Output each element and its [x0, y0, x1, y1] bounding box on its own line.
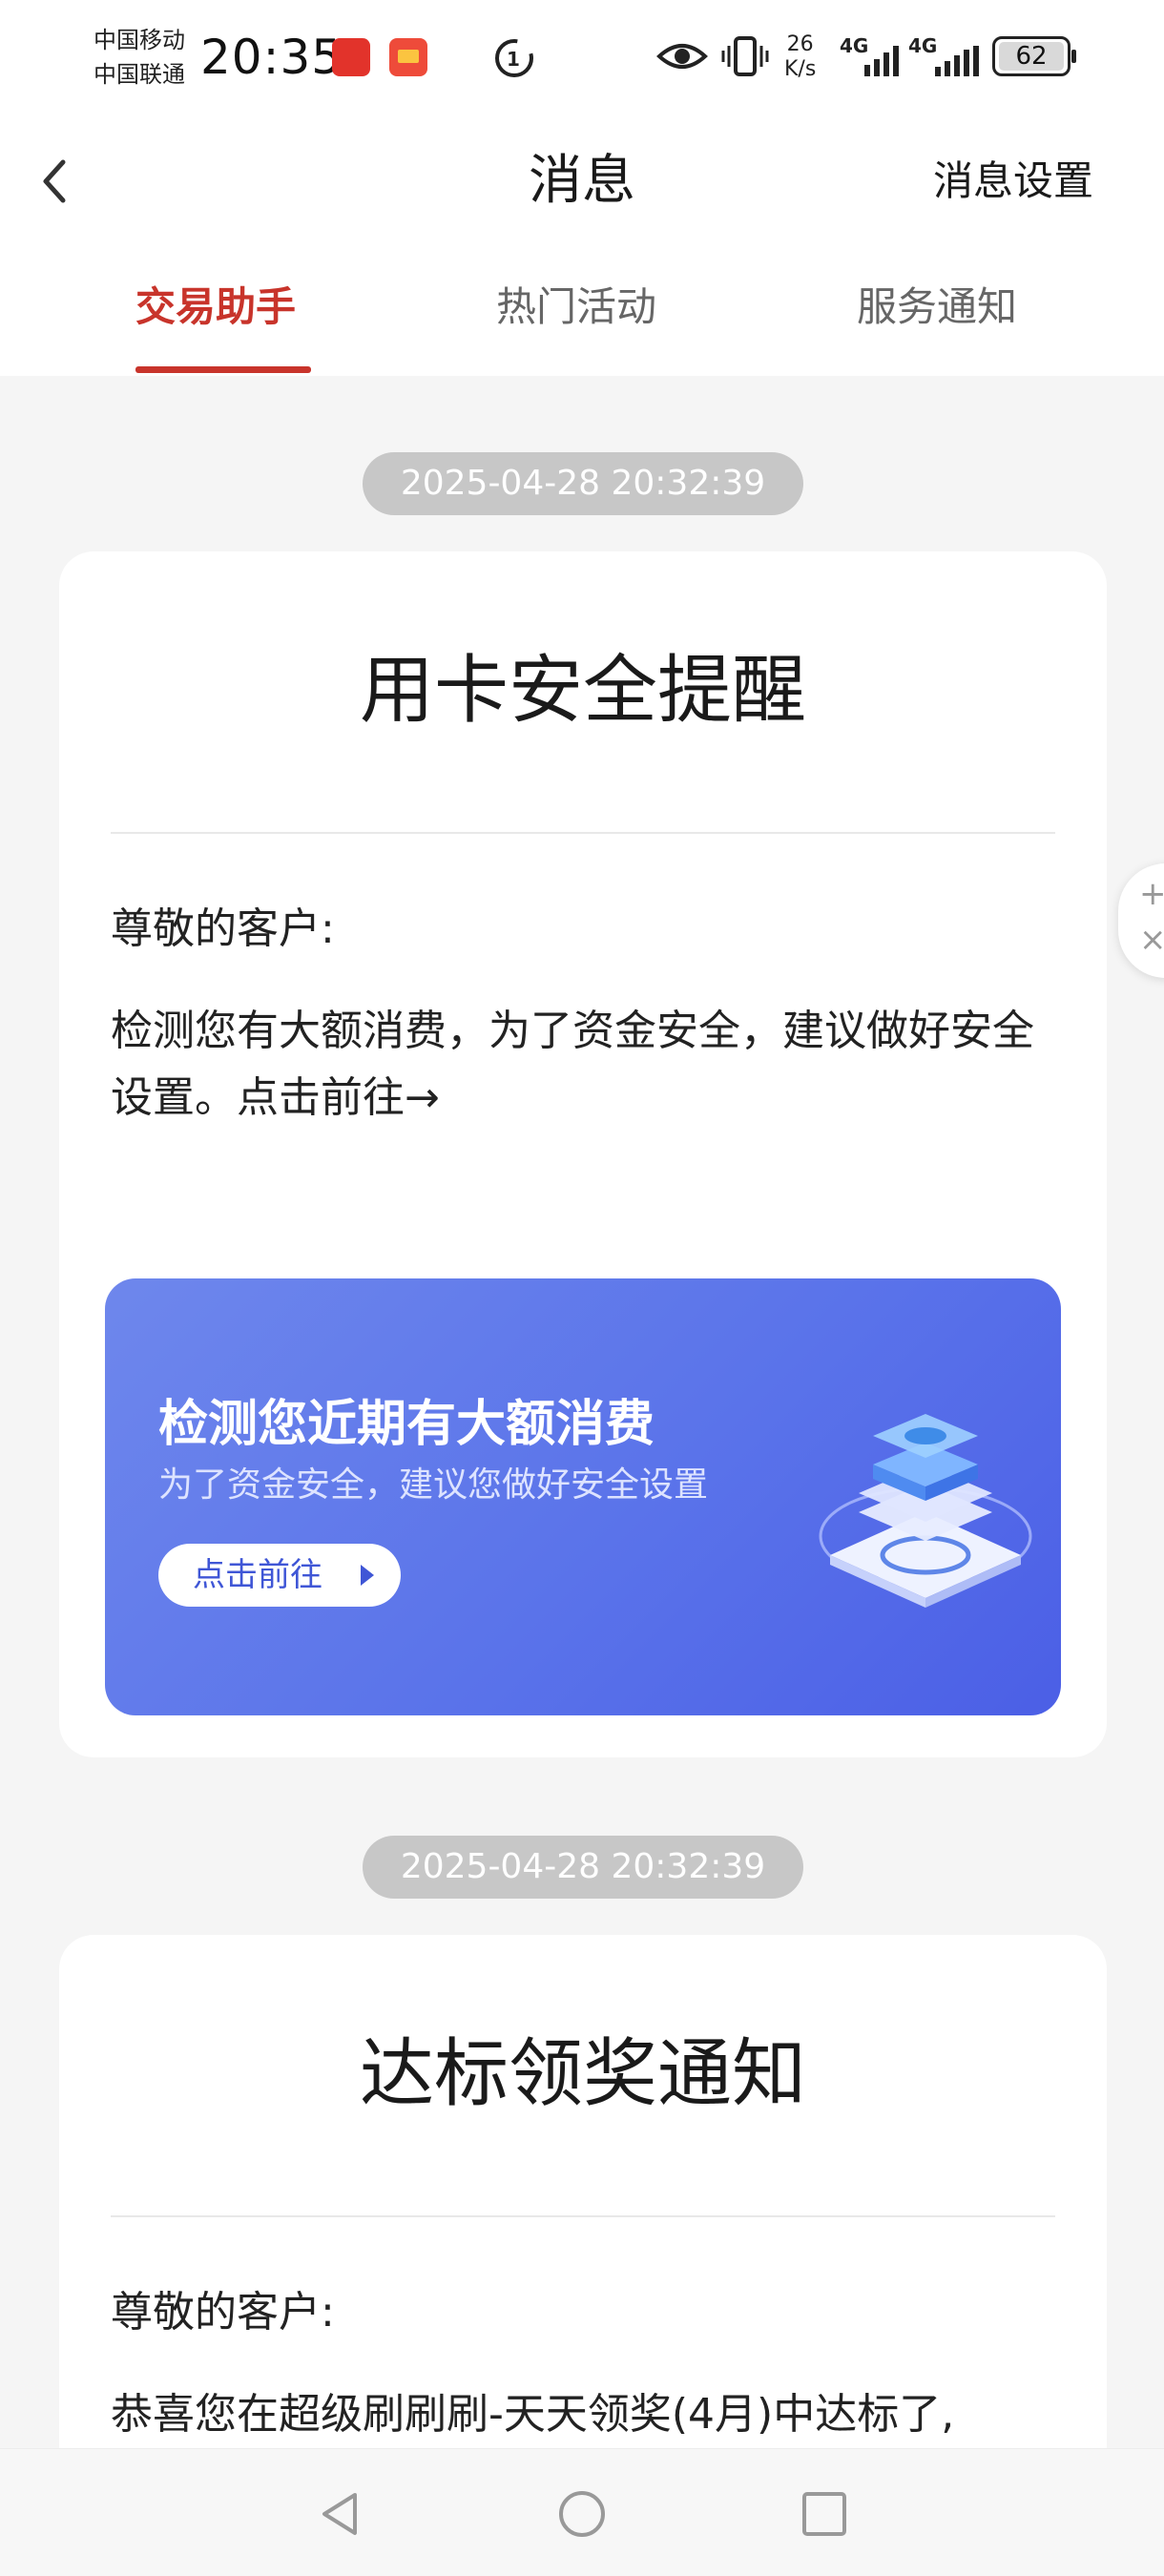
status-time: 20:35	[200, 30, 343, 85]
floating-edge-button[interactable]: + ×	[1118, 863, 1164, 978]
card-divider	[111, 832, 1055, 834]
app-header: 消息 消息设置	[0, 114, 1164, 248]
status-bar: 中国移动 中国联通 20:35 1 26 K/s 4G 4G 62	[0, 0, 1164, 114]
play-arrow-icon	[361, 1565, 374, 1586]
svg-text:1: 1	[507, 48, 520, 71]
message-body: 恭喜您在超级刷刷刷-天天领奖(4月)中达标了,	[111, 2390, 955, 2439]
wallet-notification-icon	[389, 38, 427, 76]
carrier-1: 中国移动	[94, 27, 185, 53]
tab-bar: 交易助手 热门活动 服务通知	[0, 248, 1164, 376]
battery-level: 62	[999, 42, 1064, 71]
data-saver-icon: 1	[495, 39, 533, 77]
active-tab-indicator	[135, 366, 311, 373]
banner-go-button[interactable]: 点击前往	[158, 1544, 401, 1607]
tab-service-notices[interactable]: 服务通知	[857, 277, 1017, 338]
message-card[interactable]: 用卡安全提醒 尊敬的客户: 检测您有大额消费，为了资金安全，建议做好安全设置。点…	[59, 551, 1107, 1757]
app-notification-icon	[332, 38, 370, 76]
message-title: 达标领奖通知	[359, 2031, 806, 2117]
plus-icon: +	[1139, 875, 1164, 913]
carrier-info: 中国移动 中国联通	[94, 23, 185, 92]
screen: 中国移动 中国联通 20:35 1 26 K/s 4G 4G 62 消息 消息设…	[0, 0, 1164, 2576]
square-recents-icon[interactable]	[800, 2489, 849, 2539]
message-timestamp: 2025-04-28 20:32:39	[363, 452, 803, 515]
message-body-link[interactable]: 检测您有大额消费，为了资金安全，建议做好安全设置。点击前往→	[111, 998, 1065, 1132]
circle-home-icon[interactable]	[557, 2489, 607, 2539]
banner-title: 检测您近期有大额消费	[158, 1396, 655, 1453]
message-timestamp: 2025-04-28 20:32:39	[363, 1836, 803, 1899]
network-speed: 26 K/s	[784, 32, 817, 81]
banner-subtitle: 为了资金安全，建议您做好安全设置	[158, 1465, 709, 1505]
signal-1-icon	[864, 46, 899, 76]
tab-hot-activities[interactable]: 热门活动	[496, 277, 656, 338]
message-greeting: 尊敬的客户:	[111, 904, 335, 953]
message-title: 用卡安全提醒	[359, 648, 806, 734]
vibrate-icon	[721, 36, 769, 76]
message-greeting: 尊敬的客户:	[111, 2288, 335, 2337]
message-settings-button[interactable]: 消息设置	[933, 151, 1093, 212]
security-banner[interactable]: 检测您近期有大额消费 为了资金安全，建议您做好安全设置 点击前往	[105, 1278, 1061, 1715]
tab-trade-assistant[interactable]: 交易助手	[135, 277, 296, 338]
triangle-back-icon[interactable]	[315, 2489, 364, 2539]
eye-icon	[656, 44, 708, 69]
security-layers-icon	[819, 1414, 1032, 1608]
battery-icon: 62	[992, 36, 1076, 76]
close-icon: ×	[1139, 921, 1164, 959]
carrier-2: 中国联通	[94, 61, 185, 88]
system-nav-bar	[0, 2448, 1164, 2576]
card-divider	[111, 2215, 1055, 2217]
signal-2-icon	[935, 46, 979, 76]
